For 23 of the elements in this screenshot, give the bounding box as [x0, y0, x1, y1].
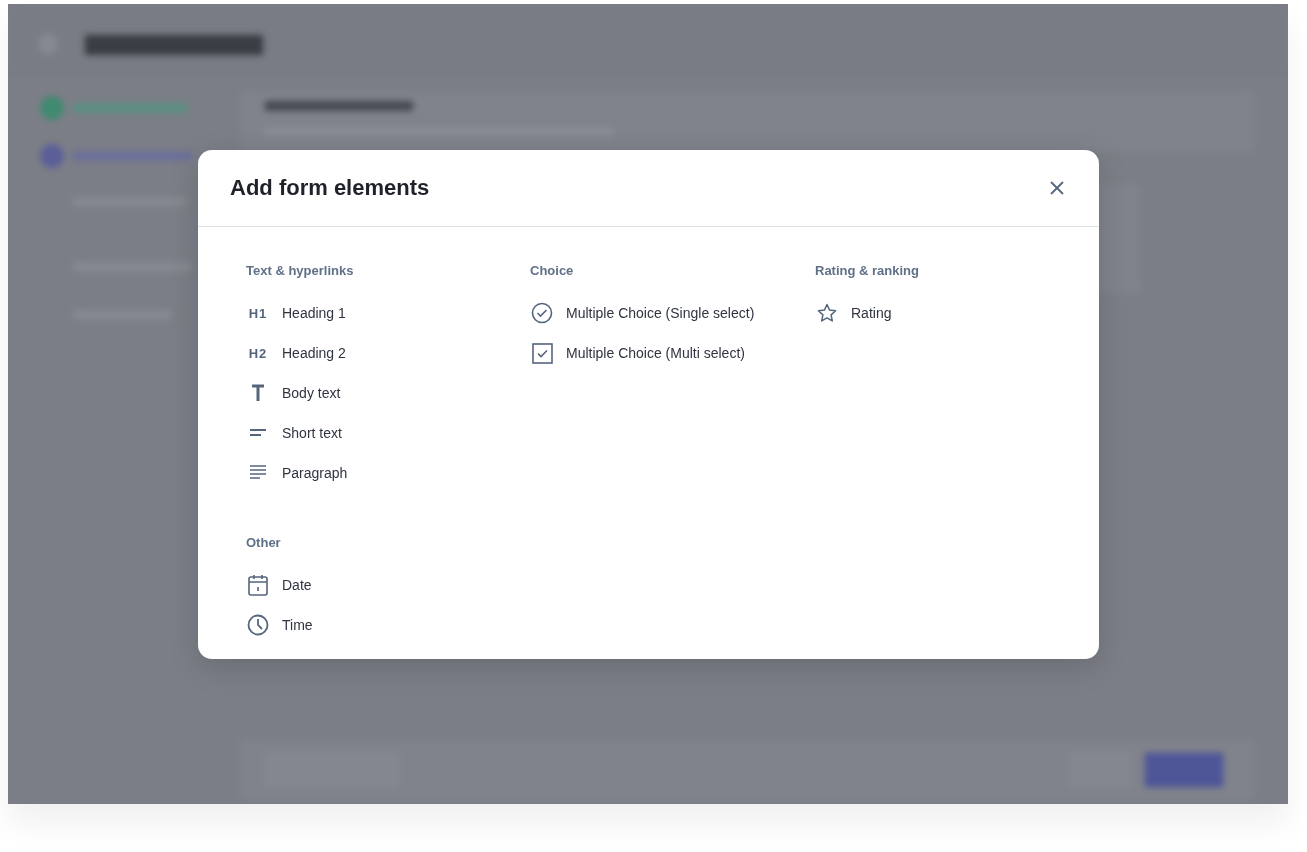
element-option[interactable]: Date — [246, 565, 312, 605]
element-option[interactable]: Multiple Choice (Multi select) — [530, 333, 745, 373]
star-icon — [817, 303, 837, 323]
clock-icon — [247, 614, 269, 636]
element-option[interactable]: Body text — [246, 373, 341, 413]
calendar-icon — [248, 574, 268, 596]
text-icon — [251, 384, 265, 402]
section-heading: Rating & ranking — [815, 263, 920, 278]
element-option[interactable]: H1 Heading 1 — [246, 293, 346, 333]
short-text-icon — [249, 429, 267, 437]
section-heading: Choice — [530, 263, 575, 278]
section-heading: Other — [246, 535, 282, 550]
element-option[interactable]: H2 Heading 2 — [246, 333, 346, 373]
paragraph-icon — [249, 465, 267, 481]
checkbox-icon — [531, 342, 553, 364]
section-heading: Text & hyperlinks — [246, 263, 355, 278]
dialog-title: Add form elements — [230, 175, 430, 201]
check-circle-icon — [531, 302, 553, 324]
element-option[interactable]: Paragraph — [246, 453, 348, 493]
element-option[interactable]: Rating — [815, 293, 892, 333]
element-option[interactable]: Multiple Choice (Single select) — [530, 293, 755, 333]
element-option[interactable]: Short text — [246, 413, 342, 453]
element-option[interactable]: Time — [246, 605, 313, 645]
